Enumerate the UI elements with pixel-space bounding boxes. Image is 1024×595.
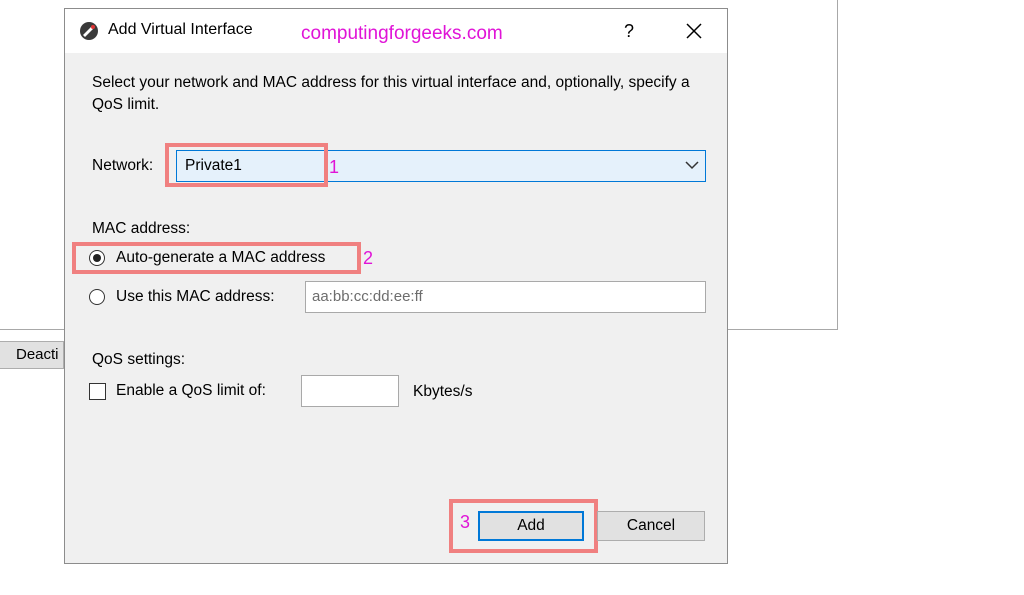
qos-unit-label: Kbytes/s — [413, 383, 473, 400]
qos-enable-checkbox[interactable] — [89, 383, 106, 400]
dialog-titlebar: Add Virtual Interface computingforgeeks.… — [65, 9, 727, 53]
step-number-3: 3 — [460, 512, 471, 532]
add-virtual-interface-dialog: Add Virtual Interface computingforgeeks.… — [64, 8, 728, 564]
mac-section-label: MAC address: — [92, 220, 191, 237]
chevron-down-icon — [685, 161, 699, 170]
instructions-text: Select your network and MAC address for … — [92, 74, 690, 113]
step-number-2: 2 — [363, 248, 374, 268]
help-button[interactable]: ? — [614, 17, 644, 45]
add-button[interactable]: Add — [478, 511, 584, 541]
app-icon — [80, 22, 98, 40]
highlight-box-auto-mac — [72, 242, 361, 274]
cancel-button[interactable]: Cancel — [597, 511, 705, 541]
highlight-box-network — [165, 143, 328, 187]
background-window-panel — [727, 0, 838, 330]
qos-enable-label[interactable]: Enable a QoS limit of: — [116, 382, 266, 400]
background-deactivate-button[interactable]: Deacti — [0, 341, 64, 369]
dialog-title: Add Virtual Interface — [108, 21, 253, 38]
mac-address-input[interactable]: aa:bb:cc:dd:ee:ff — [305, 281, 706, 313]
background-divider — [0, 329, 64, 330]
step-number-1: 1 — [329, 157, 340, 177]
qos-section-label: QoS settings: — [92, 351, 186, 368]
network-label: Network: — [92, 157, 154, 174]
manual-mac-radio[interactable] — [89, 289, 105, 305]
manual-mac-label[interactable]: Use this MAC address: — [116, 288, 275, 306]
qos-limit-input[interactable] — [301, 375, 399, 407]
watermark-text: computingforgeeks.com — [301, 23, 503, 44]
close-icon[interactable] — [677, 15, 711, 47]
